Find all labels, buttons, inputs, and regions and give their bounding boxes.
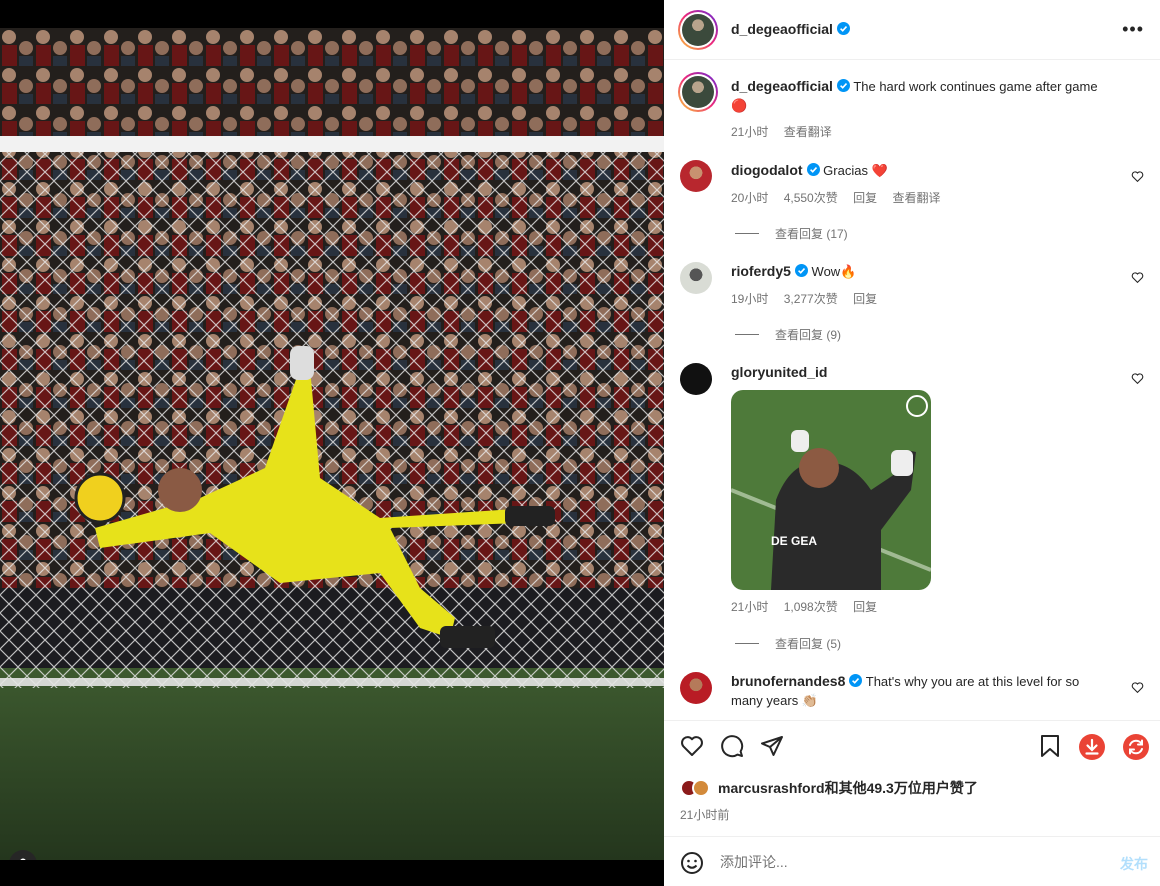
comment-username[interactable]: rioferdy5 (731, 263, 791, 279)
comment-reply-button[interactable]: 回复 (853, 191, 877, 205)
post-comment-button[interactable]: 发布 (1120, 854, 1148, 874)
comment-likes[interactable]: 4,550次赞 (784, 191, 838, 205)
comment: brunofernandes8 That's why you are at th… (731, 672, 1103, 710)
liker-avatar (692, 779, 710, 797)
caption-emoji: 🔴 (731, 98, 748, 113)
bookmark-icon (1041, 735, 1059, 757)
verified-icon (806, 163, 820, 176)
view-replies-button[interactable]: 查看回复 (5) (735, 635, 841, 652)
comment: diogodalot Gracias ❤️ (731, 161, 1131, 180)
view-replies-button[interactable]: 查看回复 (17) (735, 225, 848, 242)
comment-input[interactable] (720, 852, 1100, 872)
view-replies-button[interactable]: 查看回复 (9) (735, 326, 841, 343)
view-replies-label: 查看回复 (17) (775, 227, 848, 241)
verified-icon (836, 79, 850, 92)
download-button[interactable] (1078, 733, 1106, 764)
caption-text: The hard work continues game after game (853, 79, 1098, 94)
divider-line (735, 643, 759, 644)
like-comment-heart-icon[interactable] (1131, 372, 1144, 385)
comment-emoji: 👏🏼 (801, 693, 819, 708)
comment-meta: 21小时 1,098次赞 回复 (731, 598, 889, 615)
share-button[interactable] (760, 734, 784, 761)
comment-emoji: ❤️ (871, 163, 888, 178)
caption-username[interactable]: d_degeaofficial (731, 78, 833, 94)
caption-meta: 21小时 查看翻译 (731, 123, 844, 140)
refresh-icon (1123, 734, 1149, 760)
like-comment-heart-icon[interactable] (1131, 170, 1144, 183)
post-timestamp[interactable]: 21小时前 (680, 806, 729, 823)
view-replies-label: 查看回复 (9) (775, 328, 842, 342)
author-name-row: d_degeaofficial (731, 21, 850, 39)
verified-icon (836, 22, 850, 35)
jersey-name-text: DE GEA (771, 534, 817, 548)
comment-button[interactable] (720, 734, 744, 761)
comment-time: 19小时 (731, 292, 769, 306)
comment-time: 21小时 (731, 600, 769, 614)
liked-by-text: marcusrashford和其他49.3万位用户赞了 (718, 780, 978, 796)
user-tag-icon (20, 858, 26, 860)
caption: d_degeaofficial The hard work continues … (731, 77, 1131, 115)
celebration-image: DE GEA (731, 390, 931, 590)
post-header: d_degeaofficial ••• (664, 0, 1160, 60)
post-photo[interactable] (0, 28, 664, 860)
add-comment-bar: 发布 (664, 836, 1160, 886)
comment-text: Wow (811, 264, 841, 279)
comment-avatar[interactable] (680, 160, 712, 192)
comment-meta: 19小时 3,277次赞 回复 (731, 290, 889, 307)
comment-avatar[interactable] (680, 672, 712, 704)
caption-time: 21小时 (731, 125, 769, 139)
comment-see-translation[interactable]: 查看翻译 (892, 191, 940, 205)
like-comment-heart-icon[interactable] (1131, 271, 1144, 284)
more-icon: ••• (1122, 19, 1144, 39)
liked-by-summary[interactable]: marcusrashford和其他49.3万位用户赞了 (680, 778, 978, 798)
comment-icon (721, 735, 744, 758)
comment-time: 20小时 (731, 191, 769, 205)
view-replies-label: 查看回复 (5) (775, 637, 842, 651)
post-side-panel: d_degeaofficial ••• d_degeaofficial The … (664, 0, 1160, 886)
comments-list[interactable]: d_degeaofficial The hard work continues … (664, 60, 1160, 720)
download-icon (1079, 734, 1105, 760)
caption-avatar[interactable] (678, 72, 718, 112)
comment-media-gif[interactable]: DE GEA (731, 390, 931, 590)
share-icon (761, 736, 783, 756)
comment-username[interactable]: brunofernandes8 (731, 673, 845, 689)
comment-avatar[interactable] (680, 363, 712, 395)
comment-likes[interactable]: 1,098次赞 (784, 600, 838, 614)
comment-emoji: 🔥 (840, 264, 857, 279)
comment-username[interactable]: diogodalot (731, 162, 803, 178)
comment-reply-button[interactable]: 回复 (853, 600, 877, 614)
comment: gloryunited_id (731, 363, 1131, 382)
emoji-icon (681, 852, 703, 874)
like-comment-heart-icon[interactable] (1131, 681, 1144, 694)
verified-icon (794, 264, 808, 277)
comment-username[interactable]: gloryunited_id (731, 364, 827, 380)
goalkeeper-save-image (0, 28, 664, 860)
comment-reply-button[interactable]: 回复 (853, 292, 877, 306)
refresh-button[interactable] (1122, 733, 1150, 764)
post-actions-section: marcusrashford和其他49.3万位用户赞了 21小时前 (664, 720, 1160, 836)
comment-avatar[interactable] (680, 262, 712, 294)
comment-text: Gracias (823, 163, 868, 178)
comment-meta: 20小时 4,550次赞 回复 查看翻译 (731, 189, 952, 206)
like-button[interactable] (680, 734, 704, 761)
verified-icon (849, 674, 863, 687)
more-options-button[interactable]: ••• (1122, 19, 1144, 39)
divider-line (735, 233, 759, 234)
divider-line (735, 334, 759, 335)
comment: rioferdy5 Wow🔥 (731, 262, 1131, 281)
instagram-post-view: d_degeaofficial ••• d_degeaofficial The … (0, 0, 1160, 886)
author-avatar[interactable] (678, 10, 718, 50)
comment-likes[interactable]: 3,277次赞 (784, 292, 838, 306)
emoji-button[interactable] (680, 851, 704, 878)
author-username[interactable]: d_degeaofficial (731, 21, 833, 37)
save-button[interactable] (1038, 734, 1062, 761)
caption-see-translation[interactable]: 查看翻译 (784, 125, 832, 139)
heart-icon (681, 736, 703, 756)
